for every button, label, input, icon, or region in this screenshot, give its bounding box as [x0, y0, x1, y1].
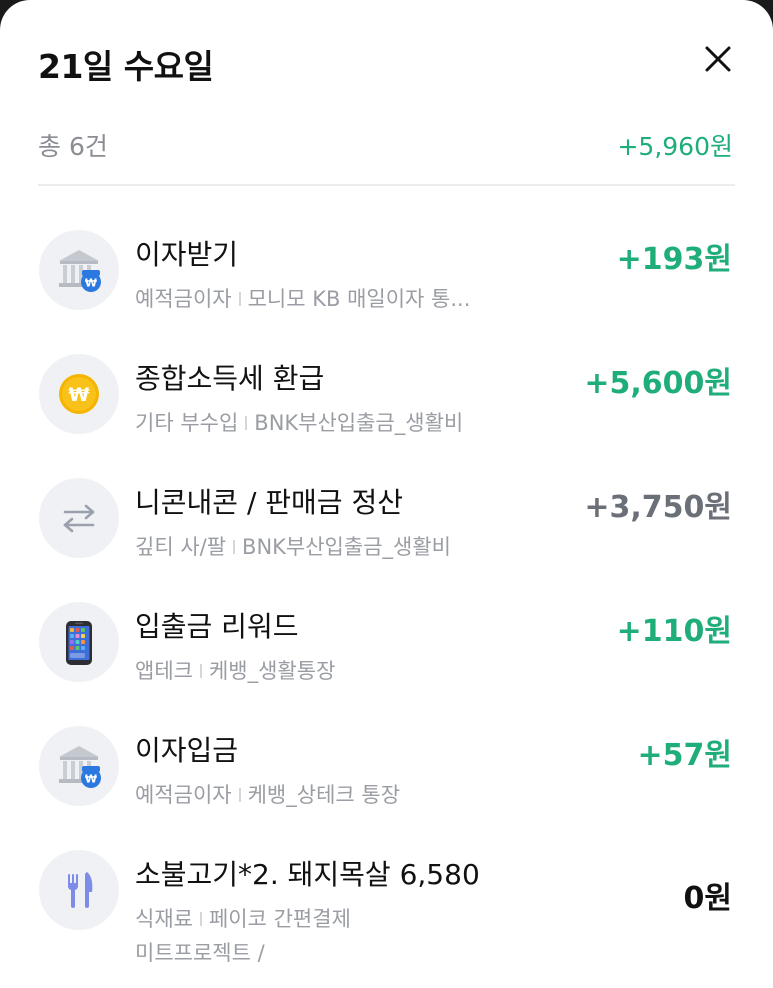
svg-text:₩: ₩: [85, 773, 97, 786]
separator: [238, 292, 241, 306]
transaction-meta: 식재료 페이코 간편결제: [135, 903, 351, 933]
sheet-header: 21일 수요일: [38, 38, 735, 88]
svg-text:₩: ₩: [85, 277, 97, 290]
transaction-amount: +5,600원: [584, 366, 732, 401]
separator: [233, 540, 236, 554]
transaction-account: 페이코 간편결제: [208, 907, 351, 931]
transaction-title: 이자받기: [135, 238, 239, 271]
separator: [238, 788, 241, 802]
transaction-count: 총 6건: [38, 132, 108, 161]
transaction-account: 케뱅_생활통장: [208, 659, 336, 683]
transaction-title: 입출금 리워드: [135, 610, 299, 643]
bank-icon: ₩: [39, 726, 119, 806]
transaction-category: 기타 부수입: [135, 411, 239, 435]
transaction-amount: 0원: [683, 881, 732, 916]
transaction-meta: 예적금이자 모니모 KB 매일이자 통...: [135, 283, 470, 313]
transaction-meta: 기타 부수입 BNK부산입출금_생활비: [135, 407, 463, 437]
transaction-amount: +3,750원: [584, 490, 732, 525]
transaction-category: 깊티 사/팔: [135, 535, 227, 559]
transaction-account: 케뱅_상테크 통장: [247, 783, 401, 807]
transaction-meta: 예적금이자 케뱅_상테크 통장: [135, 779, 400, 809]
divider: [38, 184, 735, 186]
transaction-amount: +110원: [616, 614, 732, 649]
transaction-account: BNK부산입출금_생활비: [242, 535, 451, 559]
close-icon: [705, 46, 731, 72]
transaction-row[interactable]: ₩ 이자받기 예적금이자 모니모 KB 매일이자 통... +193원: [0, 188, 773, 311]
separator: [199, 912, 202, 926]
mobile-phone-icon: [39, 602, 119, 682]
page-title: 21일 수요일: [38, 47, 214, 86]
transaction-category: 예적금이자: [135, 783, 232, 807]
transaction-meta: 깊티 사/팔 BNK부산입출금_생활비: [135, 531, 451, 561]
transaction-row[interactable]: ₩ 이자입금 예적금이자 케뱅_상테크 통장 +57원: [0, 684, 773, 807]
transaction-category: 예적금이자: [135, 287, 232, 311]
transaction-amount: +193원: [616, 242, 732, 277]
transaction-title: 종합소득세 환급: [135, 362, 325, 395]
transaction-meta: 앱테크 케뱅_생활통장: [135, 655, 335, 685]
transaction-account: BNK부산입출금_생활비: [254, 411, 464, 435]
transfer-arrows-icon: [39, 478, 119, 558]
svg-text:₩: ₩: [69, 384, 90, 406]
transaction-title: 니콘내콘 / 판매금 정산: [135, 486, 403, 519]
transaction-row[interactable]: 니콘내콘 / 판매금 정산 깊티 사/팔 BNK부산입출금_생활비 +3,750원: [0, 436, 773, 559]
separator: [245, 416, 248, 430]
transaction-title: 이자입금: [135, 734, 239, 767]
transaction-title: 소불고기*2. 돼지목살 6,580: [135, 858, 480, 891]
transaction-category: 식재료: [135, 907, 193, 931]
transaction-category: 앱테크: [135, 659, 193, 683]
transaction-account-line2: 미트프로젝트 /: [135, 941, 265, 965]
won-coin-icon: ₩: [39, 354, 119, 434]
transaction-row[interactable]: ₩ 종합소득세 환급 기타 부수입 BNK부산입출금_생활비 +5,600원: [0, 312, 773, 435]
transaction-amount: +57원: [637, 738, 733, 773]
bank-icon: ₩: [39, 230, 119, 310]
close-button[interactable]: [701, 42, 735, 76]
transaction-account: 모니모 KB 매일이자 통...: [247, 287, 471, 311]
day-summary: 총 6건 +5,960원: [38, 127, 733, 163]
transaction-row[interactable]: 소불고기*2. 돼지목살 6,580 식재료 페이코 간편결제 미트프로젝트 / …: [0, 808, 773, 988]
day-total-amount: +5,960원: [617, 132, 733, 161]
fork-knife-icon: [39, 850, 119, 930]
transaction-row[interactable]: 입출금 리워드 앱테크 케뱅_생활통장 +110원: [0, 560, 773, 683]
transaction-sheet: 21일 수요일 총 6건 +5,960원 ₩ 이자받기 예적금이자 모니모 KB…: [0, 0, 773, 988]
separator: [199, 664, 202, 678]
